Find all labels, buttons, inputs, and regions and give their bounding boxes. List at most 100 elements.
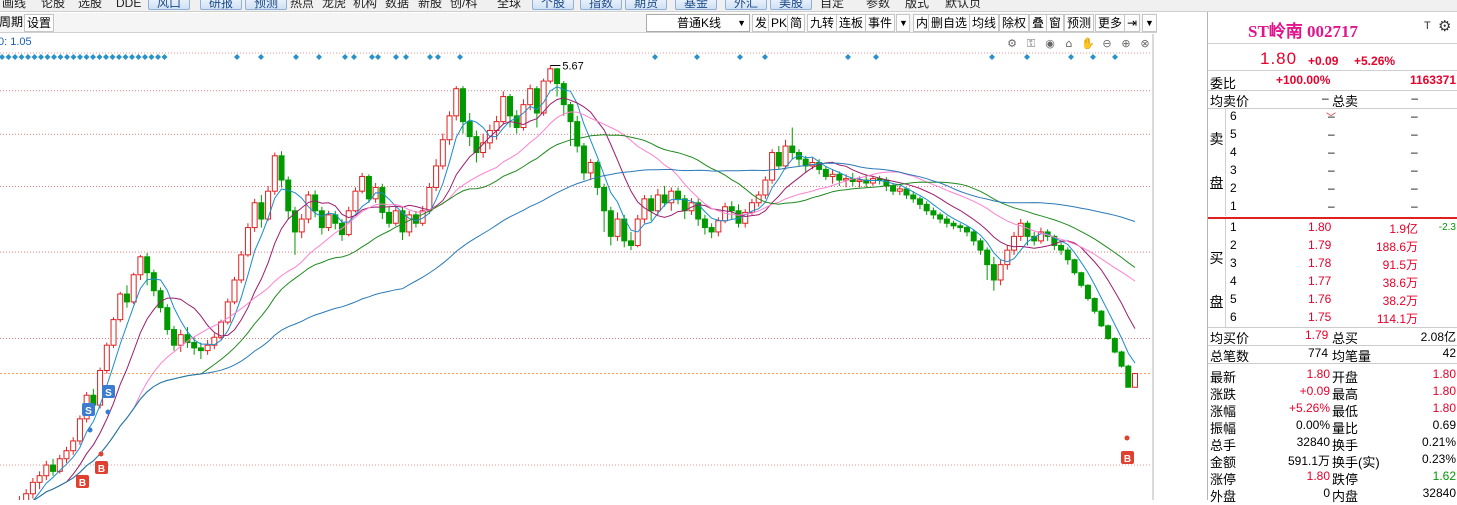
candle-body	[1111, 338, 1118, 353]
toolbar-button[interactable]: 均线	[969, 14, 1000, 32]
candle-body	[970, 231, 977, 242]
period-button[interactable]: 周期	[0, 14, 25, 32]
candle-body	[312, 194, 319, 212]
nav-item[interactable]: 创/科	[450, 0, 477, 11]
nav-item[interactable]: 默认页	[945, 0, 981, 11]
toolbar-button[interactable]: 九转	[807, 14, 838, 32]
nav-item[interactable]: 龙虎	[322, 0, 346, 11]
kline-type-select[interactable]: 普通K线 ▼	[646, 14, 750, 32]
buy-level-row: 6 1.75 114.1万	[1208, 309, 1457, 327]
candle-body	[1132, 372, 1138, 388]
buy-level-row: 1 1.80 1.9亿 -2.3	[1208, 219, 1457, 237]
chevron-down-icon[interactable]: ▼	[896, 14, 910, 32]
kline-chart[interactable]: 5.945.164.393.612.832.051.280: 1.05⚙⚿◉⌂✋…	[0, 34, 1157, 500]
nav-item[interactable]: 预测	[245, 0, 287, 10]
delete-icon[interactable]: ⌂	[1066, 37, 1073, 50]
nav-item[interactable]: 个股	[532, 0, 574, 10]
signal-diamond	[762, 54, 768, 60]
stat-value: 0	[1323, 486, 1330, 500]
buy-avg-row: 均买价 1.79 总买 2.08亿	[1208, 327, 1457, 346]
signal-diamond	[142, 54, 148, 60]
t-icon[interactable]: T	[1424, 20, 1431, 32]
nav-item[interactable]: 全球	[497, 0, 521, 11]
candle-body	[23, 493, 30, 500]
signal-diamond	[293, 54, 299, 60]
hand-icon[interactable]: ✋	[1081, 37, 1095, 50]
nav-item[interactable]: 版式	[905, 0, 929, 11]
sell-level-label: 1	[1230, 199, 1237, 213]
zoom-out-icon[interactable]: ⊖	[1102, 37, 1111, 50]
candle-body	[278, 155, 285, 181]
toolbar-button[interactable]: 事件	[865, 14, 896, 32]
signal-diamond	[109, 54, 116, 60]
zoom-in-icon[interactable]: ⊕	[1121, 37, 1130, 50]
candle-body	[1098, 310, 1105, 327]
sell-level-volume: –	[1411, 109, 1418, 123]
arrow-right-icon[interactable]: ⇥	[1124, 14, 1141, 32]
candle-body	[507, 96, 514, 117]
nav-item[interactable]: 美股	[770, 0, 812, 10]
nav-item[interactable]: 数据	[385, 0, 409, 11]
nav-item[interactable]: 新股	[418, 0, 442, 11]
toolbar-button[interactable]: 预测	[1064, 14, 1095, 32]
buy-level-row: 2 1.79 188.6万	[1208, 237, 1457, 255]
candle-body	[560, 83, 567, 106]
candle-body	[540, 80, 547, 114]
stat-value: 1.62	[1432, 469, 1456, 483]
stat-value: 0.00%	[1295, 418, 1330, 432]
trades-row: 总笔数 774 均笔量 42	[1208, 345, 1457, 364]
buy-side-label: 买盘	[1208, 219, 1226, 327]
toolbar-button[interactable]: 更多	[1095, 14, 1126, 32]
nav-item[interactable]: 自定	[820, 0, 844, 11]
zoom-label: 0: 1.05	[0, 36, 32, 48]
settings-button[interactable]: 设置	[24, 14, 55, 32]
buy-level-volume: 38.2万	[1382, 294, 1418, 308]
chevron-down-icon[interactable]: ﹀	[1326, 109, 1336, 124]
buy-total-value: 2.08亿	[1420, 330, 1456, 344]
sell-level-price: –	[1328, 163, 1335, 177]
gear-icon[interactable]: ⚙	[1438, 17, 1451, 35]
chevron-down-icon[interactable]: ▼	[1142, 14, 1157, 32]
stock-name[interactable]: ST岭南 002717	[1248, 17, 1358, 42]
nav-item[interactable]: 外汇	[725, 0, 767, 10]
signal-diamond	[0, 54, 5, 60]
stock-title-bar: ST岭南 002717 T ⚙	[1208, 12, 1457, 44]
nav-item[interactable]: 热点	[290, 0, 314, 11]
nav-item[interactable]: 期货	[625, 0, 667, 10]
candle-body	[244, 227, 251, 256]
signal-diamond	[1024, 54, 1030, 60]
close-icon[interactable]: ⊗	[1140, 37, 1149, 50]
lock-icon[interactable]: ⚿	[1027, 37, 1035, 50]
toolbar-button[interactable]: 叠	[1029, 14, 1048, 32]
nav-item[interactable]: 机构	[353, 0, 377, 11]
kline-chart-svg: 5.945.164.393.612.832.051.280: 1.05⚙⚿◉⌂✋…	[0, 34, 1154, 500]
nav-item[interactable]: 风口	[148, 0, 190, 10]
candle-body	[1078, 272, 1085, 286]
candle-body	[171, 329, 178, 346]
toolbar-button[interactable]: 窗	[1046, 14, 1065, 32]
sell-total-value: –	[1411, 91, 1418, 105]
candle-body	[762, 179, 769, 196]
settings-icon[interactable]: ⚙	[1007, 37, 1017, 50]
nav-item[interactable]: 研报	[200, 0, 242, 10]
nav-item[interactable]: 选股	[78, 0, 102, 11]
signal-diamond	[316, 54, 322, 60]
nav-item[interactable]: 指数	[580, 0, 622, 10]
nav-item[interactable]: 论股	[41, 0, 65, 11]
nav-item[interactable]: 画线	[2, 0, 26, 11]
nav-item[interactable]: 基金	[675, 0, 717, 10]
toolbar-button[interactable]: 除权	[999, 14, 1030, 32]
buy-level-volume: 91.5万	[1382, 258, 1418, 272]
stat-value: 0.21%	[1421, 435, 1456, 449]
nav-item[interactable]: DDE	[116, 0, 141, 11]
toolbar-button[interactable]: 简	[787, 14, 806, 32]
toolbar-button[interactable]: 删自选	[928, 14, 971, 32]
sell-level-label: 4	[1230, 145, 1237, 159]
candle-body	[890, 185, 897, 192]
eye-icon[interactable]: ◉	[1045, 37, 1055, 50]
toolbar-button[interactable]: 连板	[836, 14, 867, 32]
buy-level-volume: 1.9亿	[1389, 222, 1418, 236]
signal-marker-label: S	[85, 406, 92, 417]
peak-label: 5.67	[562, 60, 583, 72]
nav-item[interactable]: 参数	[866, 0, 890, 11]
